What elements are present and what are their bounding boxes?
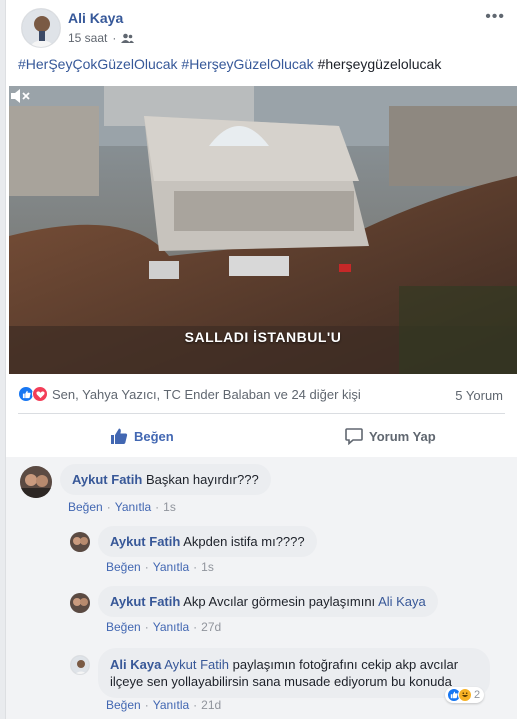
comment-actions: Beğen · Yanıtla · 1s — [68, 500, 176, 514]
reply-time[interactable]: 27d — [201, 620, 221, 634]
separator: · — [193, 698, 198, 712]
reply-actions: Beğen · Yanıtla · 1s — [106, 560, 214, 574]
video-caption: SALLADI İSTANBUL'U — [184, 329, 342, 345]
reply-mention[interactable]: Aykut Fatih — [164, 657, 229, 672]
author-avatar[interactable] — [21, 8, 61, 48]
comment-author[interactable]: Aykut Fatih — [72, 472, 142, 487]
haha-reaction-icon — [458, 688, 472, 702]
reply-like-link[interactable]: Beğen — [106, 620, 141, 634]
commenter-avatar[interactable] — [20, 466, 52, 498]
reply-reply-link[interactable]: Yanıtla — [153, 698, 189, 712]
reply-avatar[interactable] — [70, 593, 90, 613]
love-reaction-icon — [32, 386, 48, 402]
post-card: Ali Kaya 15 saat · ••• #HerŞeyÇokGüzelOl… — [5, 0, 517, 719]
volume-muted-icon[interactable] — [9, 86, 31, 106]
comment-button-label: Yorum Yap — [369, 428, 436, 444]
reply-like-link[interactable]: Beğen — [106, 698, 141, 712]
hashtag-link[interactable]: #HerŞeyÇokGüzelOlucak — [18, 56, 178, 72]
reply-actions: Beğen · Yanıtla · 27d — [106, 620, 221, 634]
reply-text: Akpden istifa mı???? — [183, 534, 305, 549]
reactions-summary[interactable]: Sen, Yahya Yazıcı, TC Ender Balaban ve 2… — [18, 386, 361, 402]
separator: · — [112, 31, 117, 45]
separator: · — [144, 560, 149, 574]
reply-reactions[interactable]: 2 — [445, 687, 485, 703]
reply-author[interactable]: Aykut Fatih — [110, 534, 180, 549]
comment-like-link[interactable]: Beğen — [68, 500, 103, 514]
comment-bubble-icon — [345, 428, 363, 445]
post-author-name[interactable]: Ali Kaya — [68, 10, 123, 26]
post-text: #HerŞeyÇokGüzelOlucak #HerşeyGüzelOlucak… — [18, 56, 441, 72]
reply-time[interactable]: 21d — [201, 698, 221, 712]
reactions-names[interactable]: Sen, Yahya Yazıcı, TC Ender Balaban ve 2… — [52, 387, 361, 402]
hashtag-link[interactable]: #HerşeyGüzelOlucak — [181, 56, 313, 72]
separator: · — [106, 500, 111, 514]
reply-author[interactable]: Ali Kaya — [110, 657, 161, 672]
separator: · — [155, 500, 160, 514]
like-button-label: Beğen — [134, 428, 174, 444]
reply-text: Akp Avcılar görmesin paylaşımını — [183, 594, 376, 609]
reply-author[interactable]: Aykut Fatih — [110, 594, 180, 609]
post-time[interactable]: 15 saat — [68, 31, 107, 45]
reply-text: paylaşımın fotoğrafını cekip akp avcılar — [232, 657, 459, 672]
divider — [18, 413, 505, 414]
separator: · — [193, 620, 198, 634]
reply-text-line2: ilçeye sen yollayabilirsin sana musade e… — [110, 674, 452, 689]
reply-reply-link[interactable]: Yanıtla — [153, 620, 189, 634]
comment-reply-link[interactable]: Yanıtla — [115, 500, 151, 514]
post-meta: 15 saat · — [68, 31, 135, 45]
reply-reaction-count: 2 — [474, 689, 481, 701]
reply-avatar[interactable] — [70, 532, 90, 552]
like-button[interactable]: Beğen — [110, 427, 174, 445]
reply-mention[interactable]: Ali Kaya — [378, 594, 426, 609]
video-player[interactable]: SALLADI İSTANBUL'U — [9, 86, 517, 374]
reply-reply-link[interactable]: Yanıtla — [153, 560, 189, 574]
separator: · — [193, 560, 198, 574]
reply-actions: Beğen · Yanıtla · 21d — [106, 698, 221, 712]
reply-avatar[interactable] — [70, 655, 90, 675]
separator: · — [144, 620, 149, 634]
comment-text: Başkan hayırdır??? — [145, 472, 259, 487]
comment-time[interactable]: 1s — [163, 500, 176, 514]
thumbs-up-icon — [111, 428, 128, 444]
more-options-icon[interactable]: ••• — [485, 8, 505, 26]
reply-bubble: Ali Kaya Aykut Fatih paylaşımın fotoğraf… — [98, 648, 490, 698]
comment-bubble: Aykut Fatih Başkan hayırdır??? — [60, 464, 271, 495]
comment-button[interactable]: Yorum Yap — [345, 427, 436, 445]
reply-like-link[interactable]: Beğen — [106, 560, 141, 574]
reply-time[interactable]: 1s — [201, 560, 214, 574]
friends-privacy-icon[interactable] — [121, 33, 135, 44]
separator: · — [144, 698, 149, 712]
reply-bubble: Aykut Fatih Akp Avcılar görmesin paylaşı… — [98, 586, 438, 617]
comment-count[interactable]: 5 Yorum — [455, 388, 503, 403]
hashtag-text[interactable]: #herşeygüzelolucak — [318, 56, 442, 72]
reply-bubble: Aykut Fatih Akpden istifa mı???? — [98, 526, 317, 557]
